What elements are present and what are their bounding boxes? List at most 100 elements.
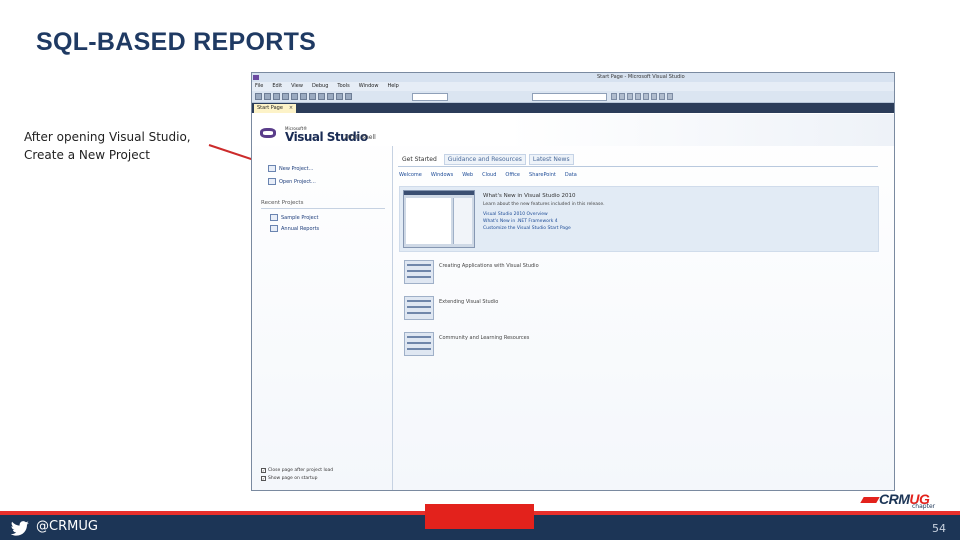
checkbox-checked[interactable]: ✓ (261, 468, 266, 473)
vs-titlebar: Start Page - Microsoft Visual Studio (252, 73, 894, 82)
open-project-link[interactable]: Open Project... (268, 178, 316, 185)
object-browser-icon[interactable] (627, 93, 633, 100)
vs-app-icon (253, 75, 259, 80)
new-project-icon (268, 165, 276, 172)
project-icon (270, 225, 278, 232)
checkbox-checked[interactable]: ✓ (261, 476, 266, 481)
vs-logo-version: 2010 Shell (344, 134, 376, 141)
feature-link-overview[interactable]: Visual Studio 2010 Overview (483, 212, 548, 217)
start-page-tabs: Get Started Guidance and Resources Lates… (398, 154, 574, 165)
vs-toolbar (252, 91, 894, 103)
item-thumbnail (404, 332, 434, 356)
vs-banner: Microsoft® Visual Studio 2010 Shell (252, 114, 894, 146)
item-label: Community and Learning Resources (439, 335, 530, 341)
vs-menubar: File Edit View Debug Tools Window Help (252, 82, 894, 91)
start-icon[interactable] (345, 93, 352, 100)
subtab-welcome[interactable]: Welcome (399, 172, 422, 178)
tab-latest-news[interactable]: Latest News (528, 154, 574, 165)
show-on-startup-label: Show page on startup (268, 476, 318, 481)
start-page-subtabs: Welcome Windows Web Cloud Office SharePo… (399, 172, 577, 178)
twitter-icon (10, 521, 29, 536)
subtab-data[interactable]: Data (565, 172, 577, 178)
new-project-link[interactable]: New Project... (268, 165, 313, 172)
tab-guidance-resources[interactable]: Guidance and Resources (443, 154, 526, 165)
list-item[interactable]: Creating Applications with Visual Studio (399, 260, 879, 288)
logo-text-crm: CRM (879, 491, 910, 507)
start-page-icon[interactable] (643, 93, 649, 100)
paste-icon[interactable] (309, 93, 316, 100)
new-project-label: New Project... (279, 165, 314, 172)
cut-icon[interactable] (291, 93, 298, 100)
item-label: Creating Applications with Visual Studio (439, 263, 539, 269)
crmug-logo-swoosh (860, 497, 880, 503)
footer-twitter-handle: @CRMUG (36, 519, 98, 534)
vs-start-left-pane: New Project... Open Project... Recent Pr… (252, 146, 393, 490)
copy-icon[interactable] (300, 93, 307, 100)
feature-title: What's New in Visual Studio 2010 (483, 193, 576, 199)
toolbar-buttons (255, 93, 352, 100)
slide-title: SQL-BASED REPORTS (36, 28, 317, 56)
subtab-windows[interactable]: Windows (431, 172, 453, 178)
solution-explorer-icon[interactable] (611, 93, 617, 100)
menu-view[interactable]: View (291, 82, 303, 91)
redo-icon[interactable] (336, 93, 343, 100)
subtab-web[interactable]: Web (462, 172, 473, 178)
solution-config-combo[interactable] (412, 93, 448, 101)
extension-icon[interactable] (651, 93, 657, 100)
project-icon (270, 214, 278, 221)
toolbar-buttons-right (611, 93, 673, 100)
slide: SQL-BASED REPORTS After opening Visual S… (0, 0, 960, 540)
list-item[interactable]: Extending Visual Studio (399, 296, 879, 324)
properties-icon[interactable] (619, 93, 625, 100)
item-thumbnail (404, 296, 434, 320)
vs-start-content: Get Started Guidance and Resources Lates… (394, 146, 894, 490)
vs-start-page: Microsoft® Visual Studio 2010 Shell New … (252, 114, 894, 490)
recent-project-1[interactable]: Sample Project (270, 214, 318, 221)
menu-debug[interactable]: Debug (312, 82, 328, 91)
close-icon[interactable]: × (289, 105, 293, 111)
close-after-load-label: Close page after project load (268, 468, 334, 473)
caption-text: After opening Visual Studio, Create a Ne… (24, 130, 191, 162)
recent-project-2[interactable]: Annual Reports (270, 225, 319, 232)
subtab-sharepoint[interactable]: SharePoint (529, 172, 556, 178)
visual-studio-screenshot: Start Page - Microsoft Visual Studio Fil… (251, 72, 895, 491)
options-icon[interactable] (659, 93, 665, 100)
save-icon[interactable] (273, 93, 280, 100)
open-project-icon (268, 178, 276, 185)
list-item[interactable]: Community and Learning Resources (399, 332, 879, 360)
visual-studio-logo-icon (260, 128, 276, 138)
find-icon[interactable] (318, 93, 325, 100)
vs-window-title: Start Page - Microsoft Visual Studio (597, 74, 685, 80)
item-thumbnail (404, 260, 434, 284)
tabs-divider (398, 166, 878, 167)
feature-description: Learn about the new features included in… (483, 202, 605, 207)
feature-link-dotnet[interactable]: What's New in .NET Framework 4 (483, 219, 558, 224)
logo-subtitle: chapter (912, 503, 936, 510)
close-after-load-checkbox[interactable]: ✓ Close page after project load (261, 468, 333, 473)
item-label: Extending Visual Studio (439, 299, 499, 305)
open-icon[interactable] (264, 93, 271, 100)
vs-document-tabs: Start Page × (252, 103, 894, 113)
overflow-icon[interactable] (667, 93, 673, 100)
save-all-icon[interactable] (282, 93, 289, 100)
tab-start-page[interactable]: Start Page × (254, 104, 297, 113)
new-icon[interactable] (255, 93, 262, 100)
recent-project-2-label: Annual Reports (281, 225, 320, 232)
menu-file[interactable]: File (255, 82, 263, 91)
recent-projects-header: Recent Projects (261, 200, 304, 206)
menu-tools[interactable]: Tools (337, 82, 349, 91)
menu-help[interactable]: Help (387, 82, 398, 91)
tab-get-started[interactable]: Get Started (398, 154, 441, 165)
undo-icon[interactable] (327, 93, 334, 100)
subtab-cloud[interactable]: Cloud (482, 172, 496, 178)
find-combo[interactable] (532, 93, 607, 101)
subtab-office[interactable]: Office (505, 172, 520, 178)
show-on-startup-checkbox[interactable]: ✓ Show page on startup (261, 476, 317, 481)
tab-start-page-label: Start Page (257, 105, 283, 111)
feature-thumbnail (403, 190, 475, 248)
menu-window[interactable]: Window (359, 82, 379, 91)
feature-link-customize[interactable]: Customize the Visual Studio Start Page (483, 226, 571, 231)
toolbox-icon[interactable] (635, 93, 641, 100)
menu-edit[interactable]: Edit (272, 82, 282, 91)
recent-divider (261, 208, 385, 209)
